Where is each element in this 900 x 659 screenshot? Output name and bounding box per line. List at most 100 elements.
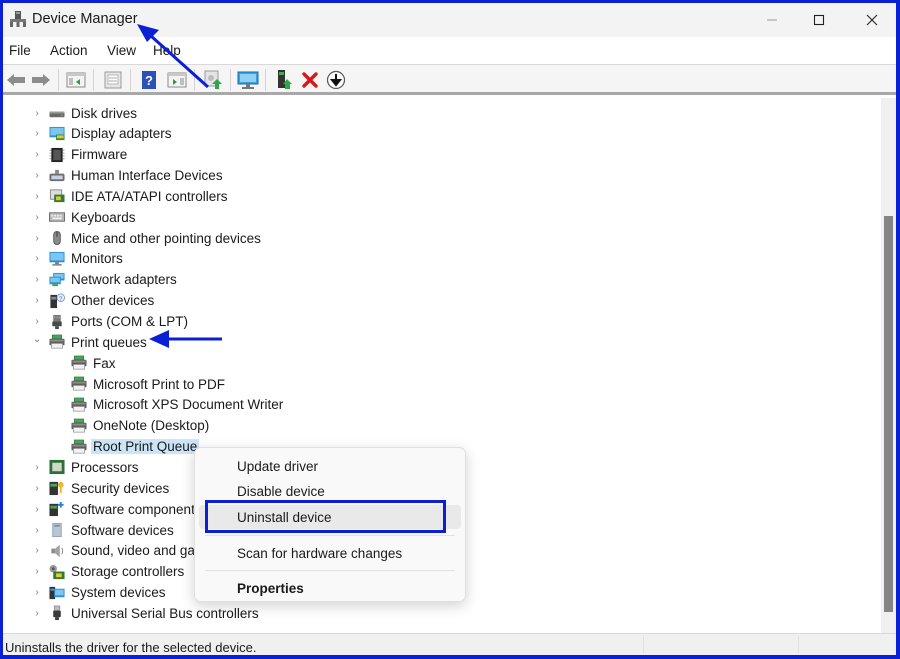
tree-child-item[interactable]: OneNote (Desktop) [70, 416, 209, 436]
scrollbar-thumb[interactable] [884, 215, 893, 612]
processor-icon [49, 460, 65, 475]
chevron-right-icon[interactable]: › [32, 499, 42, 519]
tree-category[interactable]: › Human Interface Devices [35, 166, 223, 186]
back-button[interactable] [5, 69, 27, 91]
menu-uninstall-device[interactable]: Uninstall device [199, 505, 461, 529]
chevron-right-icon[interactable]: › [32, 207, 42, 227]
status-text: Uninstalls the driver for the selected d… [5, 640, 257, 655]
menu-scan-hardware-changes[interactable]: Scan for hardware changes [199, 541, 461, 565]
tree-item-label: Software components [71, 501, 202, 517]
update-driver-button[interactable] [202, 69, 224, 91]
tree-category[interactable]: › Firmware [35, 145, 128, 165]
device-manager-app-icon [10, 11, 26, 27]
tree-item-label: Firmware [71, 147, 128, 163]
tree-category[interactable]: › IDE ATA/ATAPI controllers [35, 186, 227, 206]
chevron-right-icon[interactable]: › [32, 603, 42, 623]
network-adapter-icon [49, 272, 65, 286]
chevron-right-icon[interactable]: › [32, 186, 42, 206]
toolbar-separator [265, 69, 266, 91]
tree-category[interactable]: › Display adapters [35, 124, 171, 144]
svg-text:?: ? [145, 73, 153, 88]
printer-icon [71, 439, 87, 453]
context-menu: Update driver Disable device Uninstall d… [194, 447, 466, 602]
menu-properties[interactable]: Properties [199, 576, 461, 600]
chevron-right-icon[interactable]: › [32, 103, 42, 123]
tree-category[interactable]: › Universal Serial Bus controllers [35, 603, 258, 623]
tree-category[interactable]: ⌄ Print queues [33, 332, 147, 352]
help-icon: ? [142, 71, 156, 89]
tree-category[interactable]: › Processors [35, 457, 138, 477]
tree-child-item[interactable]: Microsoft XPS Document Writer [70, 395, 283, 415]
tree-category[interactable]: › Software devices [35, 520, 173, 540]
mouse-icon [53, 231, 61, 246]
chevron-right-icon[interactable]: › [32, 249, 42, 269]
menu-update-driver[interactable]: Update driver [199, 454, 461, 478]
properties-button[interactable] [102, 69, 124, 91]
menu-file[interactable]: File [9, 43, 31, 58]
toolbar-separator [194, 69, 195, 91]
window-title: Device Manager [32, 11, 138, 27]
vertical-scrollbar[interactable] [881, 98, 896, 633]
menu-disable-device[interactable]: Disable device [199, 479, 461, 503]
tree-child-item[interactable]: Microsoft Print to PDF [70, 374, 225, 394]
tree-item-label: Human Interface Devices [71, 168, 223, 184]
show-hide-action-pane-button[interactable] [166, 69, 188, 91]
close-button[interactable] [849, 3, 895, 37]
toolbar-separator [230, 69, 231, 91]
chevron-right-icon[interactable]: › [32, 228, 42, 248]
chevron-right-icon[interactable]: › [32, 541, 42, 561]
chevron-right-icon[interactable]: › [32, 270, 42, 290]
tree-category[interactable]: › Mice and other pointing devices [35, 228, 261, 248]
minimize-button[interactable] [749, 3, 795, 37]
menu-action[interactable]: Action [50, 43, 88, 58]
disable-device-button[interactable] [325, 69, 347, 91]
tree-category[interactable]: › Monitors [35, 249, 122, 269]
forward-button[interactable] [30, 69, 52, 91]
tree-category[interactable]: › Software components [35, 499, 202, 519]
chevron-right-icon[interactable]: › [32, 124, 42, 144]
keyboard-icon [49, 212, 65, 222]
printer-icon [71, 355, 87, 370]
chevron-right-icon[interactable]: › [32, 145, 42, 165]
menu-help[interactable]: Help [153, 43, 181, 58]
add-driver-button[interactable] [273, 69, 295, 91]
tree-category[interactable]: › Disk drives [35, 103, 137, 123]
printer-icon [71, 376, 87, 391]
chevron-right-icon[interactable]: › [32, 478, 42, 498]
tree-category[interactable]: › Keyboards [35, 207, 135, 227]
tree-category[interactable]: › Network adapters [35, 270, 176, 290]
software-component-icon [49, 502, 64, 517]
tree-category[interactable]: ›? Other devices [35, 291, 154, 311]
console-tree-icon [66, 72, 86, 88]
menu-view[interactable]: View [107, 43, 136, 58]
tree-category[interactable]: › Security devices [35, 478, 169, 498]
chevron-right-icon[interactable]: › [32, 291, 42, 311]
chevron-right-icon[interactable]: › [32, 457, 42, 477]
menu-separator [205, 570, 455, 571]
scan-hardware-button[interactable] [237, 69, 259, 91]
tree-item-label: Root Print Queue [91, 439, 200, 455]
help-button[interactable]: ? [138, 69, 160, 91]
show-hide-console-tree-button[interactable] [65, 69, 87, 91]
sound-icon [51, 544, 64, 557]
tree-item-label: Storage controllers [71, 564, 185, 580]
storage-controller-icon [49, 564, 65, 579]
tree-category[interactable]: › System devices [35, 583, 165, 603]
chevron-right-icon[interactable]: › [32, 166, 42, 186]
tree-item-label: Ports (COM & LPT) [71, 314, 189, 329]
other-devices-icon: ? [50, 293, 65, 308]
tree-item-label: Print queues [71, 334, 147, 350]
close-icon [866, 14, 878, 26]
chevron-right-icon[interactable]: › [32, 562, 42, 582]
tree-item-label: Mice and other pointing devices [71, 230, 261, 246]
maximize-button[interactable] [796, 3, 842, 37]
chevron-right-icon[interactable]: › [32, 520, 42, 540]
uninstall-device-button[interactable] [299, 69, 321, 91]
tree-category[interactable]: › Ports (COM & LPT) [35, 312, 189, 332]
tree-child-item[interactable]: Root Print Queue [70, 437, 200, 457]
disable-device-icon [326, 70, 346, 90]
chevron-right-icon[interactable]: › [32, 583, 42, 603]
tree-child-item[interactable]: Fax [70, 353, 116, 373]
chevron-down-icon[interactable]: ⌄ [32, 329, 42, 349]
tree-category[interactable]: › Storage controllers [35, 562, 185, 582]
